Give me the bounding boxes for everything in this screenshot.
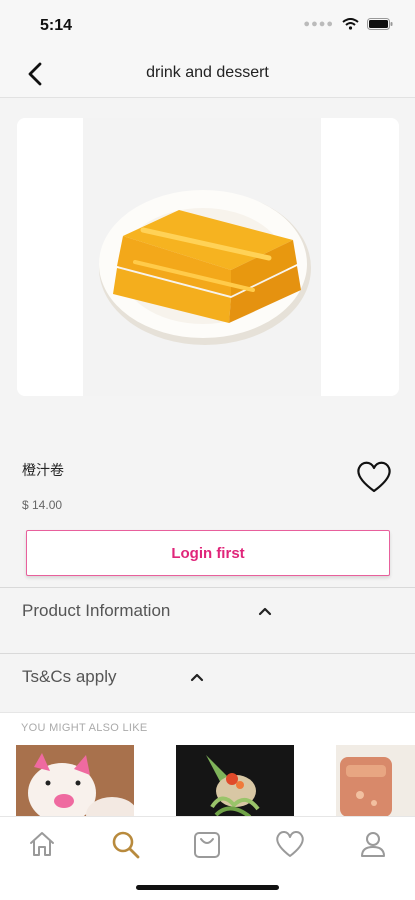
tab-bar — [0, 816, 415, 900]
tab-cart[interactable] — [190, 827, 224, 861]
dessert-plate-illustration — [99, 190, 311, 345]
search-icon — [112, 831, 140, 859]
cellular-signal-icon: ●●●● — [303, 18, 334, 30]
recommended-product-pig-bun[interactable] — [16, 745, 134, 820]
home-icon — [30, 832, 54, 856]
chevron-up-icon — [190, 673, 204, 682]
tab-profile[interactable] — [356, 827, 390, 861]
wifi-icon — [342, 18, 359, 30]
recommended-product-3[interactable] — [336, 745, 415, 820]
tab-favorites[interactable] — [273, 827, 307, 861]
tab-home[interactable] — [25, 827, 59, 861]
salad-dish-image — [176, 745, 294, 820]
profile-icon — [361, 832, 385, 857]
section-label: Product Information — [22, 601, 171, 620]
product-information-section[interactable]: Product Information — [0, 587, 415, 653]
status-indicators: ●●●● — [303, 18, 393, 30]
nav-bar: drink and dessert — [0, 48, 415, 98]
dumpling-image — [336, 745, 415, 820]
battery-icon — [367, 18, 393, 30]
product-photo — [83, 118, 321, 396]
bag-icon — [194, 832, 220, 858]
status-bar: 5:14 ●●●● — [0, 0, 415, 48]
favorite-button[interactable] — [356, 460, 392, 494]
home-indicator — [136, 885, 279, 890]
status-time: 5:14 — [40, 17, 73, 34]
product-image-card — [17, 118, 399, 396]
recommended-product-salad[interactable] — [176, 745, 294, 820]
heart-icon — [276, 831, 304, 857]
product-price: $ 14.00 — [22, 498, 63, 512]
recommendations-section: YOU MIGHT ALSO LIKE — [0, 712, 415, 820]
terms-section[interactable]: Ts&Cs apply — [0, 653, 415, 719]
product-name: 橙汁卷 — [22, 462, 64, 478]
page-title: drink and dessert — [146, 64, 269, 81]
tab-search[interactable] — [108, 827, 142, 861]
recommendations-title: YOU MIGHT ALSO LIKE — [21, 722, 148, 734]
section-label: Ts&Cs apply — [22, 667, 117, 686]
chevron-up-icon — [258, 607, 272, 616]
pig-bun-image — [16, 745, 134, 820]
heart-outline-icon — [357, 461, 391, 493]
login-button[interactable]: Login first — [26, 530, 390, 576]
